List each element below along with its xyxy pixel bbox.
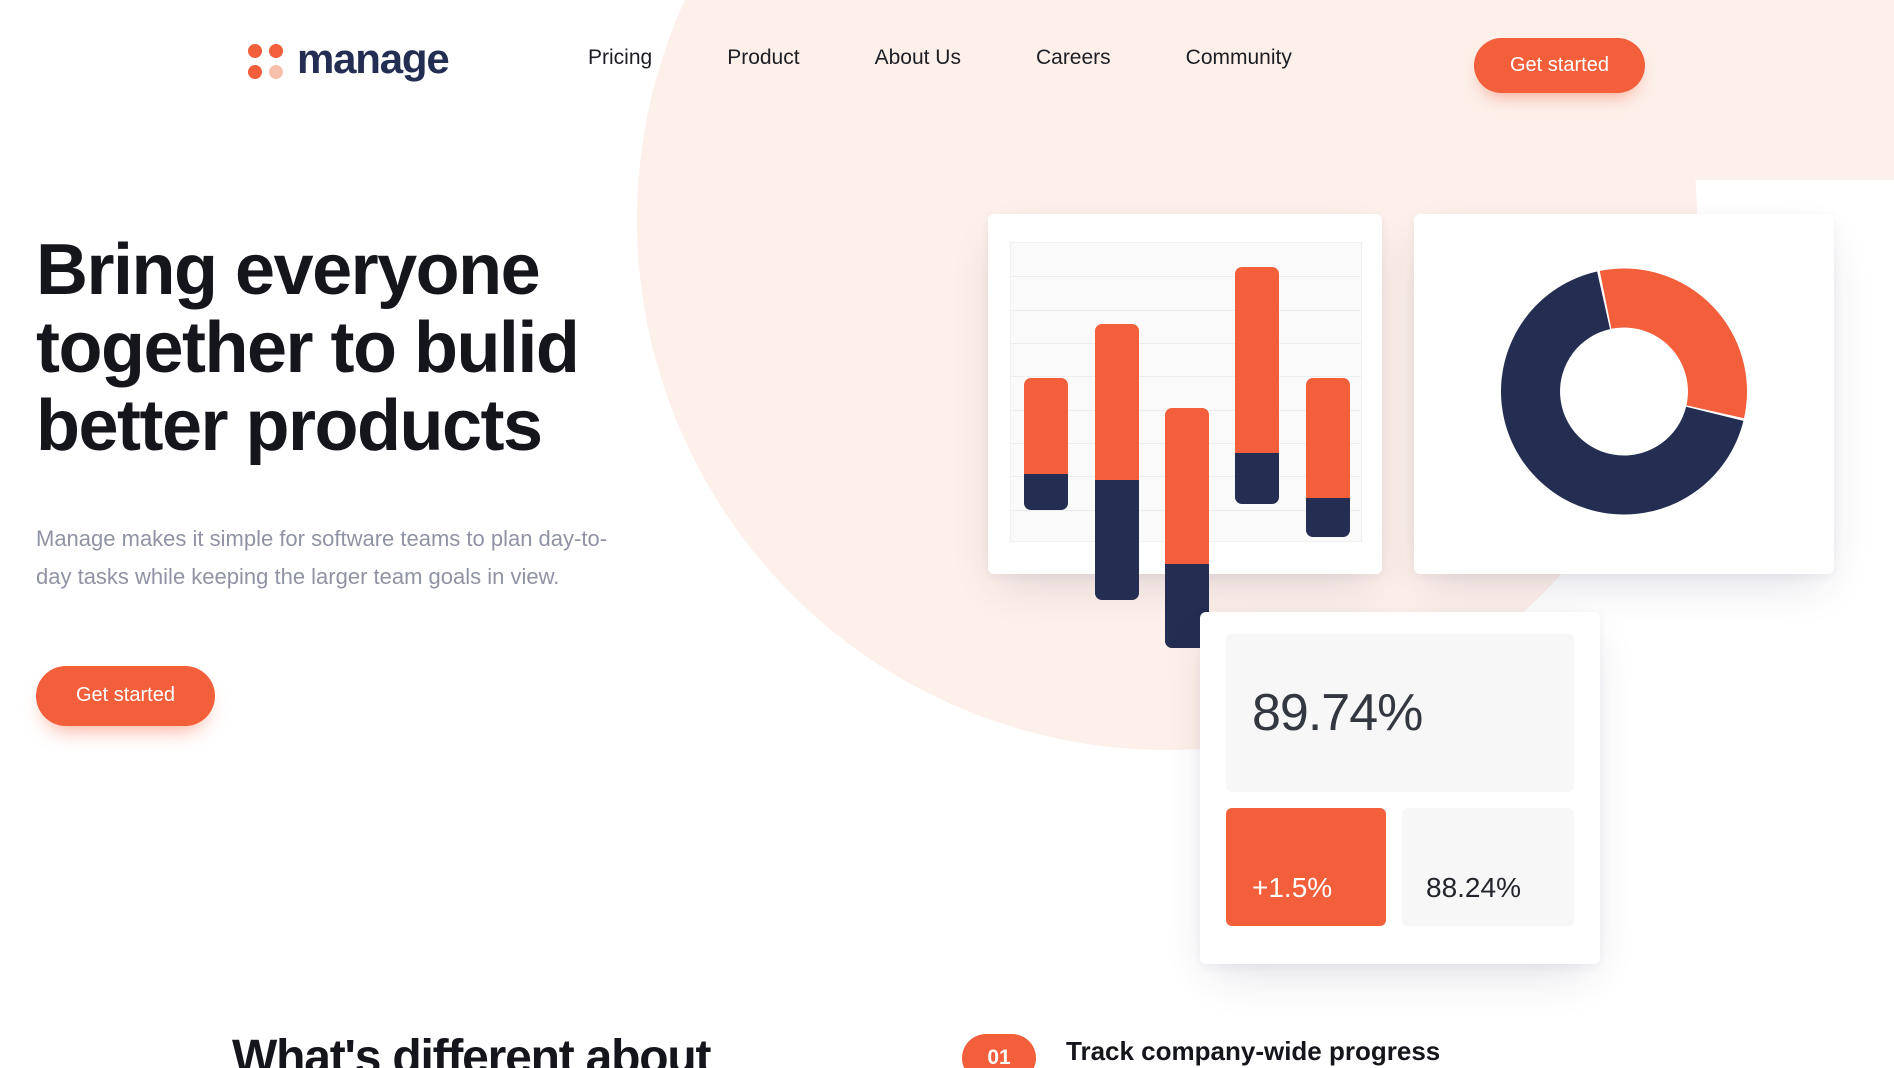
chart-bar-segment-navy xyxy=(1305,497,1350,537)
nav-item-about-us[interactable]: About Us xyxy=(875,46,961,70)
chart-bar-segment-navy xyxy=(1235,453,1280,504)
page-root: manage Pricing Product About Us Careers … xyxy=(0,0,1894,1068)
logo[interactable]: manage xyxy=(248,35,450,82)
logo-dot-3 xyxy=(248,64,262,79)
chart-bar-segment-navy xyxy=(1024,474,1069,510)
nav-item-pricing[interactable]: Pricing xyxy=(588,46,652,70)
chart-bar-segment-orange xyxy=(1305,378,1350,498)
chart-gridline xyxy=(1011,343,1361,344)
features-section-title: What's different about xyxy=(232,1031,712,1068)
feature-number-badge: 01 xyxy=(962,1034,1036,1068)
nav-item-community[interactable]: Community xyxy=(1186,46,1292,70)
features-section-peek: What's different about 01 Track company-… xyxy=(0,1030,1894,1068)
donut-chart-svg xyxy=(1501,268,1747,515)
bar-chart-card xyxy=(988,214,1382,648)
chart-bar-segment-orange xyxy=(1165,408,1209,564)
logo-dot-1 xyxy=(248,43,262,58)
chart-bar xyxy=(1235,267,1280,504)
chart-gridline xyxy=(1011,309,1361,311)
hero-section: Bring everyone together to bulid better … xyxy=(36,230,676,726)
chart-bar xyxy=(1305,378,1350,537)
chart-bar xyxy=(1094,324,1139,600)
donut-slice xyxy=(1599,268,1747,419)
feature-title: Track company-wide progress xyxy=(1066,1036,1441,1066)
hero-get-started-button[interactable]: Get started xyxy=(36,665,215,726)
logo-dot-4-faded xyxy=(269,64,283,79)
nav-item-product[interactable]: Product xyxy=(727,46,799,70)
chart-bar-segment-navy xyxy=(1094,480,1139,600)
donut-chart xyxy=(1499,267,1749,522)
donut-chart-card xyxy=(1414,214,1834,574)
chart-bar xyxy=(1024,378,1069,510)
primary-navigation: Pricing Product About Us Careers Communi… xyxy=(588,46,1292,70)
logo-dot-2 xyxy=(269,43,283,58)
hero-title: Bring everyone together to bulid better … xyxy=(36,230,580,466)
nav-item-careers[interactable]: Careers xyxy=(1036,46,1111,70)
site-header: manage Pricing Product About Us Careers … xyxy=(0,0,1894,116)
hero-subtitle: Manage makes it simple for software team… xyxy=(36,526,608,590)
chart-bar-segment-orange xyxy=(1024,378,1069,474)
stat-delta-value: +1.5% xyxy=(1226,808,1386,926)
chart-bar-segment-orange xyxy=(1094,324,1139,480)
chart-bar-segment-orange xyxy=(1235,267,1280,453)
bar-chart-plot xyxy=(1010,242,1362,648)
chart-gridline xyxy=(1011,276,1361,278)
logo-wordmark: manage xyxy=(297,35,450,82)
stats-card: 89.74% +1.5% 88.24% xyxy=(1200,612,1600,964)
logo-dots-icon xyxy=(248,43,283,79)
stat-primary-value: 89.74% xyxy=(1226,634,1574,792)
header-get-started-button[interactable]: Get started xyxy=(1474,38,1645,93)
stat-secondary-value: 88.24% xyxy=(1402,808,1574,926)
